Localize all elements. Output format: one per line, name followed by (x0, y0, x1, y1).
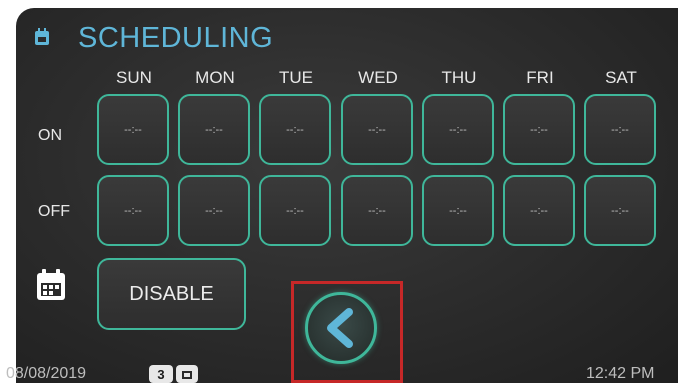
off-time-sat[interactable]: --:-- (584, 175, 656, 246)
off-time-mon[interactable]: --:-- (178, 175, 250, 246)
status-badge: 3 (149, 365, 173, 383)
on-time-tue[interactable]: --:-- (259, 94, 331, 165)
status-time: 12:42 PM (586, 365, 655, 382)
off-time-thu[interactable]: --:-- (422, 175, 494, 246)
on-time-mon[interactable]: --:-- (178, 94, 250, 165)
off-time-wed[interactable]: --:-- (341, 175, 413, 246)
back-button[interactable] (305, 292, 377, 364)
on-time-fri[interactable]: --:-- (503, 94, 575, 165)
status-date: 08/08/2019 (6, 365, 87, 382)
on-time-sat[interactable]: --:-- (584, 94, 656, 165)
on-time-sun[interactable]: --:-- (97, 94, 169, 165)
day-header-wed: WED (358, 68, 398, 87)
day-header-sun: SUN (116, 68, 152, 87)
day-header-mon: MON (195, 68, 235, 87)
day-header-tue: TUE (279, 68, 313, 87)
on-row-label: ON (38, 127, 62, 144)
chevron-left-icon (327, 308, 353, 348)
status-calendar-icon (176, 365, 198, 383)
off-time-sun[interactable]: --:-- (97, 175, 169, 246)
off-row-label: OFF (38, 203, 70, 220)
off-time-fri[interactable]: --:-- (503, 175, 575, 246)
day-header-sat: SAT (605, 68, 637, 87)
on-time-wed[interactable]: --:-- (341, 94, 413, 165)
schedule-calendar-icon (37, 269, 65, 300)
day-header-fri: FRI (526, 68, 554, 87)
day-header-thu: THU (441, 68, 477, 87)
calendar-icon (35, 28, 49, 45)
off-time-tue[interactable]: --:-- (259, 175, 331, 246)
on-time-thu[interactable]: --:-- (422, 94, 494, 165)
top-bezel (0, 0, 678, 8)
disable-button[interactable]: DISABLE (97, 258, 246, 330)
page-title: SCHEDULING (78, 22, 274, 54)
